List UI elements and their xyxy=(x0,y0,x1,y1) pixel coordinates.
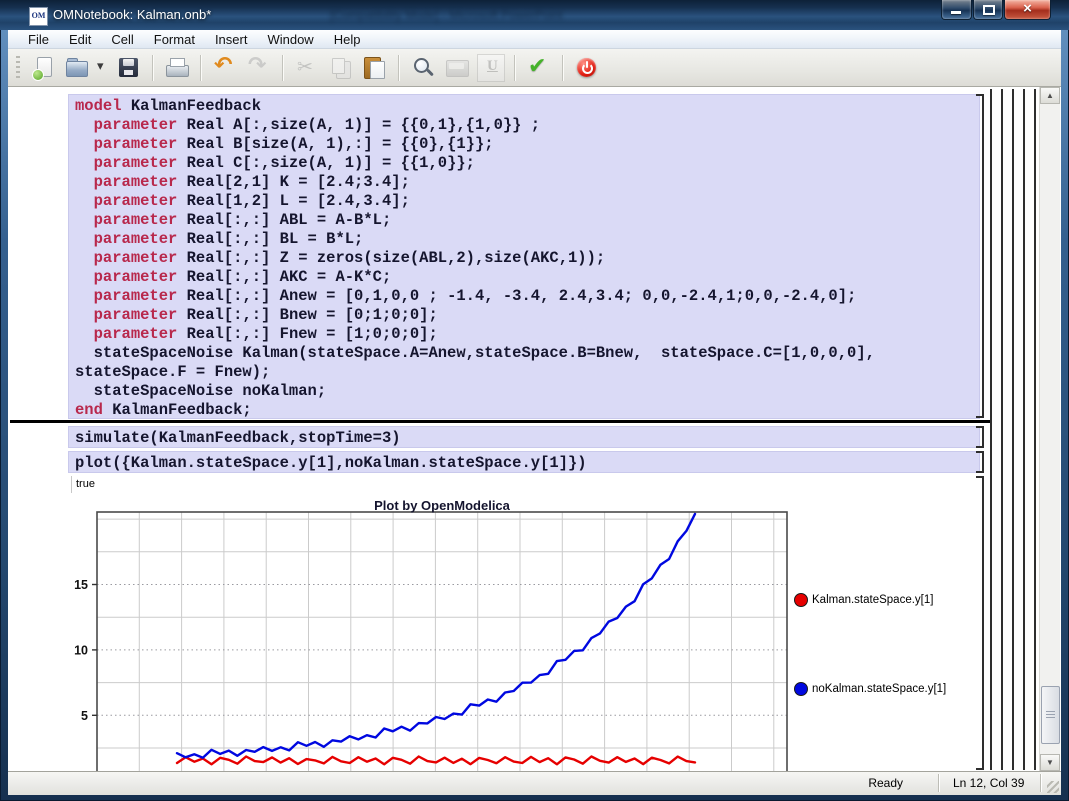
print-icon[interactable] xyxy=(163,54,191,82)
new-document-icon[interactable] xyxy=(29,54,57,82)
maximize-button[interactable] xyxy=(973,0,1003,20)
output-text: true xyxy=(71,476,95,493)
code-line: model KalmanFeedback xyxy=(75,97,979,116)
cell-bracket-simulate[interactable] xyxy=(982,426,984,448)
code-line: parameter Real[:,:] Z = zeros(size(ABL,2… xyxy=(75,249,979,268)
menu-cell[interactable]: Cell xyxy=(101,31,143,48)
open-dropdown-arrow[interactable] xyxy=(97,54,109,82)
code-line: parameter Real[:,:] Anew = [0,1,0,0 ; -1… xyxy=(75,287,979,306)
notebook-area: model KalmanFeedback parameter Real A[:,… xyxy=(8,87,1061,771)
open-icon[interactable] xyxy=(63,54,91,82)
code-line: parameter Real B[size(A, 1),:] = {{0},{1… xyxy=(75,135,979,154)
code-line: parameter Real[:,:] Fnew = [1;0;0;0]; xyxy=(75,325,979,344)
cell-bracket-output[interactable] xyxy=(982,476,984,770)
window-controls xyxy=(940,0,1051,20)
window-title: OMNotebook: Kalman.onb* xyxy=(53,7,211,22)
code-line: parameter Real[1,2] L = [2.4,3.4]; xyxy=(75,192,979,211)
status-separator xyxy=(1040,774,1042,792)
group-bracket-line[interactable] xyxy=(1023,89,1025,770)
legend-label: Kalman.stateSpace.y[1] xyxy=(812,594,933,606)
power-icon[interactable] xyxy=(573,54,601,82)
scroll-down-arrow-icon[interactable]: ▼ xyxy=(1040,754,1060,771)
scrollbar-thumb[interactable] xyxy=(1041,686,1060,744)
background-window-title: [Compatibility Mode] - Microsoft PowerPo… xyxy=(330,8,710,22)
toolbar-separator xyxy=(282,55,284,81)
toolbar-separator xyxy=(398,55,400,81)
menu-window[interactable]: Window xyxy=(257,31,323,48)
code-line: parameter Real[2,1] K = [2.4;3.4]; xyxy=(75,173,979,192)
code-line: simulate(KalmanFeedback,stopTime=3) xyxy=(75,429,979,448)
copy-icon[interactable] xyxy=(327,54,355,82)
plot-background xyxy=(97,512,787,771)
check-icon[interactable] xyxy=(525,54,553,82)
search-icon[interactable] xyxy=(409,54,437,82)
toolbar-separator xyxy=(562,55,564,81)
code-line: parameter Real[:,:] ABL = A-B*L; xyxy=(75,211,979,230)
redo-icon[interactable] xyxy=(245,54,273,82)
save-icon[interactable] xyxy=(115,54,143,82)
code-line: parameter Real[:,:] Bnew = [0;1;0;0]; xyxy=(75,306,979,325)
toolbar-separator xyxy=(514,55,516,81)
legend-label: noKalman.stateSpace.y[1] xyxy=(812,683,946,695)
cut-icon[interactable] xyxy=(293,54,321,82)
code-line: end KalmanFeedback; xyxy=(75,401,979,419)
plot-title: Plot by OpenModelica xyxy=(97,498,787,513)
legend-dot-icon xyxy=(794,682,808,696)
code-line: stateSpaceNoise Kalman(stateSpace.A=Anew… xyxy=(75,344,979,363)
close-button[interactable] xyxy=(1004,0,1051,20)
title-bar[interactable]: [Compatibility Mode] - Microsoft PowerPo… xyxy=(0,0,1069,30)
legend-item: Kalman.stateSpace.y[1] xyxy=(794,593,933,607)
code-line: parameter Real C[:,size(A, 1)] = {{1,0}}… xyxy=(75,154,979,173)
code-cell-simulate[interactable]: simulate(KalmanFeedback,stopTime=3) xyxy=(68,426,980,448)
plot-output: Plot by OpenModelica 5 10 15 Kalman.stateS… xyxy=(8,496,1037,771)
code-line: parameter Real[:,:] BL = B*L; xyxy=(75,230,979,249)
toolbar-drag-handle[interactable] xyxy=(16,56,20,80)
group-bracket-line[interactable] xyxy=(1034,89,1036,770)
group-bracket-line[interactable] xyxy=(990,89,992,770)
code-line: parameter Real A[:,size(A, 1)] = {{0,1},… xyxy=(75,116,979,135)
app-icon: OM xyxy=(29,7,48,26)
y-tick-label: 15 xyxy=(74,578,88,592)
cell-bracket-model[interactable] xyxy=(982,94,984,418)
code-cell-model[interactable]: model KalmanFeedback parameter Real A[:,… xyxy=(68,94,980,419)
y-tick-label: 5 xyxy=(81,709,88,723)
toolbar-separator xyxy=(200,55,202,81)
status-cursor-position: Ln 12, Col 39 xyxy=(953,776,1024,790)
status-separator xyxy=(938,774,940,792)
omnotebook-window: [Compatibility Mode] - Microsoft PowerPo… xyxy=(0,0,1069,801)
cell-cursor-line[interactable] xyxy=(10,420,990,423)
menu-insert[interactable]: Insert xyxy=(205,31,258,48)
code-line: parameter Real[:,:] AKC = A-K*C; xyxy=(75,268,979,287)
resize-grip-icon[interactable] xyxy=(1047,781,1059,793)
menu-bar: FileEditCellFormatInsertWindowHelp xyxy=(8,30,1061,49)
cell-bracket-plot[interactable] xyxy=(982,451,984,473)
vertical-scrollbar[interactable]: ▲ ▼ xyxy=(1039,87,1060,771)
paste-icon[interactable] xyxy=(361,54,389,82)
toolbar xyxy=(8,49,1061,87)
undo-icon[interactable] xyxy=(211,54,239,82)
y-tick-label: 10 xyxy=(74,643,88,657)
group-bracket-line[interactable] xyxy=(1001,89,1003,770)
status-bar: Ready Ln 12, Col 39 xyxy=(8,771,1061,795)
code-line: stateSpace.F = Fnew); xyxy=(75,363,979,382)
toolbar-separator xyxy=(152,55,154,81)
plot-canvas: 5 10 15 xyxy=(8,496,1037,771)
menu-file[interactable]: File xyxy=(18,31,59,48)
menu-help[interactable]: Help xyxy=(324,31,371,48)
legend-dot-icon xyxy=(794,593,808,607)
menu-format[interactable]: Format xyxy=(144,31,205,48)
underline-icon[interactable] xyxy=(477,54,505,82)
image-icon[interactable] xyxy=(443,54,471,82)
code-line: stateSpaceNoise noKalman; xyxy=(75,382,979,401)
code-cell-plot[interactable]: plot({Kalman.stateSpace.y[1],noKalman.st… xyxy=(68,451,980,473)
status-ready: Ready xyxy=(868,776,903,790)
code-line: plot({Kalman.stateSpace.y[1],noKalman.st… xyxy=(75,454,979,473)
menu-edit[interactable]: Edit xyxy=(59,31,101,48)
minimize-button[interactable] xyxy=(941,0,972,20)
group-bracket-line[interactable] xyxy=(1012,89,1014,770)
legend-item: noKalman.stateSpace.y[1] xyxy=(794,682,946,696)
scroll-up-arrow-icon[interactable]: ▲ xyxy=(1040,87,1060,104)
